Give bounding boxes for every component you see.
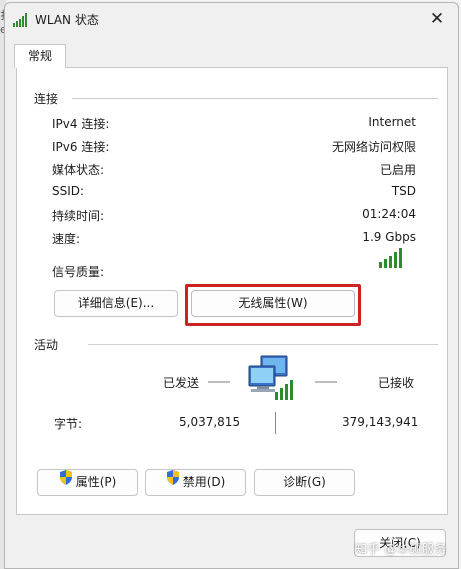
ssid-label: SSID: bbox=[52, 184, 85, 198]
bytes-received-value: 379,143,941 bbox=[342, 415, 419, 429]
bytes-label: 字节: bbox=[54, 417, 83, 431]
ipv6-value: 无网络访问权限 bbox=[331, 140, 416, 154]
received-label: 已接收 bbox=[378, 376, 415, 390]
diagnose-button[interactable]: 诊断(G) bbox=[254, 469, 355, 496]
connection-group-label: 连接 bbox=[34, 92, 59, 106]
signal-quality-label: 信号质量: bbox=[52, 265, 105, 279]
properties-button-label: 属性(P) bbox=[75, 475, 117, 489]
speed-value: 1.9 Gbps bbox=[362, 230, 416, 244]
media-state-label: 媒体状态: bbox=[52, 163, 105, 177]
disable-button[interactable]: 禁用(D) bbox=[145, 469, 246, 496]
group-divider bbox=[72, 98, 438, 99]
group-divider bbox=[88, 344, 438, 345]
activity-group-label: 活动 bbox=[34, 338, 59, 352]
ssid-value: TSD bbox=[391, 184, 416, 198]
title-bar: WLAN 状态 ✕ bbox=[5, 3, 458, 35]
bytes-separator bbox=[275, 412, 276, 434]
uac-shield-icon bbox=[59, 469, 73, 494]
uac-shield-icon bbox=[166, 469, 180, 494]
network-computers-icon bbox=[247, 354, 299, 405]
ipv4-value: Internet bbox=[368, 115, 416, 129]
wlan-status-dialog: WLAN 状态 ✕ 常规 连接 IPv4 连接: Internet IPv6 连… bbox=[4, 2, 459, 569]
disable-button-label: 禁用(D) bbox=[182, 475, 226, 489]
duration-value: 01:24:04 bbox=[362, 207, 416, 221]
signal-strength-icon bbox=[379, 248, 403, 271]
sent-dash bbox=[208, 381, 230, 383]
ipv4-label: IPv4 连接: bbox=[52, 117, 110, 131]
duration-label: 持续时间: bbox=[52, 209, 105, 223]
details-button[interactable]: 详细信息(E)... bbox=[54, 290, 178, 317]
sent-label: 已发送 bbox=[163, 376, 200, 390]
ipv6-label: IPv6 连接: bbox=[52, 140, 110, 154]
watermark: 知乎 @华硕服务 bbox=[355, 542, 447, 556]
speed-label: 速度: bbox=[52, 232, 81, 246]
received-dash bbox=[315, 381, 337, 383]
properties-button[interactable]: 属性(P) bbox=[37, 469, 138, 496]
window-title: WLAN 状态 bbox=[35, 13, 99, 27]
bytes-sent-value: 5,037,815 bbox=[179, 415, 241, 429]
tab-general[interactable]: 常规 bbox=[14, 44, 66, 68]
highlight-annotation bbox=[185, 284, 361, 326]
wifi-signal-icon bbox=[13, 13, 29, 30]
general-panel: 连接 IPv4 连接: Internet IPv6 连接: 无网络访问权限 媒体… bbox=[16, 67, 448, 515]
media-state-value: 已启用 bbox=[379, 163, 416, 177]
close-icon[interactable]: ✕ bbox=[426, 8, 448, 30]
